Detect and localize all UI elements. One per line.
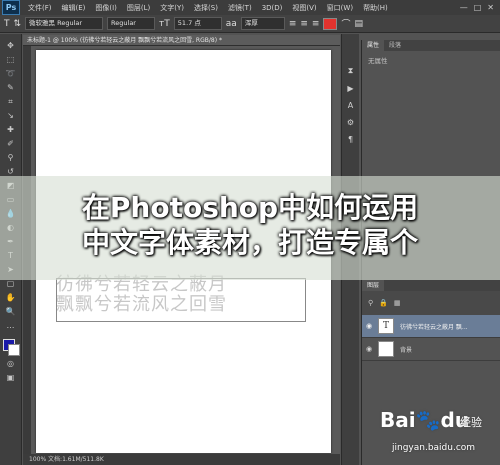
properties-tabs: 属性 段落	[362, 40, 500, 51]
opacity-icon[interactable]: ▦	[394, 299, 401, 307]
align-center-icon[interactable]: ≡	[300, 19, 308, 29]
photoshop-logo: Ps	[2, 0, 20, 15]
menu-3d[interactable]: 3D(D)	[257, 4, 288, 12]
menu-file[interactable]: 文件(F)	[23, 3, 57, 13]
tab-paragraph[interactable]: 段落	[384, 40, 406, 51]
menu-layer[interactable]: 图层(L)	[122, 3, 155, 13]
hand-tool-icon[interactable]: ✋	[4, 292, 18, 303]
jingyan-label: 经验	[460, 416, 482, 429]
status-bar: 100% 文档:1.61M/511.8K	[23, 454, 340, 465]
move-tool-icon[interactable]: ✥	[4, 40, 18, 51]
visibility-eye-icon[interactable]: ◉	[362, 345, 376, 353]
actions-icon[interactable]: ▶	[347, 84, 353, 93]
menu-bar: Ps 文件(F) 编辑(E) 图像(I) 图层(L) 文字(Y) 选择(S) 滤…	[0, 0, 500, 16]
banner-line1: 在Photoshop中如何运用	[81, 191, 419, 224]
paw-icon: 🐾	[415, 408, 441, 432]
document-tab[interactable]: 未标题-1 @ 100% (彷彿兮若轻云之蔽月 飘飘兮若流风之回雪, RGB/8…	[23, 35, 340, 46]
text-color-swatch[interactable]	[323, 17, 338, 30]
more-tools-icon[interactable]: …	[4, 320, 18, 331]
font-size-select[interactable]: 51.7 点	[173, 17, 222, 30]
close-icon[interactable]: ✕	[487, 3, 494, 12]
baidu-jingyan-watermark: Bai🐾du 经验 jingyan.baidu.com	[380, 408, 500, 465]
brush-tool-icon[interactable]: ✐	[4, 138, 18, 149]
zoom-tool-icon[interactable]: 🔍	[4, 306, 18, 317]
text-orientation-icon[interactable]: ⇅	[14, 19, 22, 29]
layer-row-background[interactable]: ◉ 背景	[362, 338, 500, 361]
banner-line2: 中文字体素材，打造专属个	[81, 226, 418, 259]
font-family-select[interactable]: 微软雅黑 Regular	[25, 17, 104, 30]
color-swatches[interactable]	[2, 338, 20, 356]
menu-edit[interactable]: 编辑(E)	[57, 3, 91, 13]
properties-body: 无属性	[368, 57, 388, 65]
quick-mask-icon[interactable]: ◎	[4, 358, 18, 369]
layer-name: 彷彿兮若轻云之蔽月 飘...	[400, 323, 468, 331]
visibility-eye-icon[interactable]: ◉	[362, 322, 376, 330]
layers-toolbar: ⚲ 🔒 ▦	[362, 291, 500, 315]
screen-mode-icon[interactable]: ▣	[4, 372, 18, 383]
font-size-icon: ᴛT	[159, 18, 170, 29]
menu-help[interactable]: 帮助(H)	[358, 3, 393, 13]
history-brush-tool-icon[interactable]: ↺	[4, 166, 18, 177]
marquee-tool-icon[interactable]: ⬚	[4, 54, 18, 65]
menu-type[interactable]: 文字(Y)	[155, 3, 189, 13]
options-bar: T ⇅ 微软雅黑 Regular Regular ᴛT 51.7 点 aa 浑厚…	[0, 15, 500, 33]
character-icon[interactable]: A	[348, 101, 353, 110]
layer-name: 背景	[400, 346, 413, 354]
filter-icon[interactable]: ⚲	[368, 299, 373, 307]
tab-layers[interactable]: 图层	[362, 280, 385, 291]
text-layer-thumb-icon: T	[378, 318, 394, 334]
antialias-select[interactable]: 浑厚	[240, 17, 285, 30]
menu-image[interactable]: 图像(I)	[90, 3, 122, 13]
quick-select-tool-icon[interactable]: ✎	[4, 82, 18, 93]
background-layer-thumb	[378, 341, 394, 357]
menu-filter[interactable]: 滤镜(T)	[223, 3, 257, 13]
healing-tool-icon[interactable]: ✚	[4, 124, 18, 135]
background-color[interactable]	[7, 344, 20, 356]
adjustments-icon[interactable]: ⚙	[347, 118, 354, 127]
character-panel-icon[interactable]: ▤	[354, 19, 363, 29]
text-bounding-box[interactable]	[56, 278, 306, 322]
align-right-icon[interactable]: ≡	[312, 19, 320, 29]
watermark-url: jingyan.baidu.com	[392, 443, 476, 453]
eyedropper-tool-icon[interactable]: ↘	[4, 110, 18, 121]
baidu-logo: Bai🐾du	[380, 408, 470, 432]
tab-properties[interactable]: 属性	[362, 40, 385, 51]
layers-tabs: 图层	[362, 280, 500, 291]
maximize-icon[interactable]: □	[474, 3, 482, 12]
menu-view[interactable]: 视图(V)	[287, 3, 321, 13]
font-style-select[interactable]: Regular	[107, 17, 156, 30]
layer-row-text[interactable]: ◉ T 彷彿兮若轻云之蔽月 飘...	[362, 315, 500, 338]
align-left-icon[interactable]: ≡	[289, 19, 297, 29]
menu-window[interactable]: 窗口(W)	[322, 3, 358, 13]
minimize-icon[interactable]: —	[460, 3, 468, 12]
warp-text-icon[interactable]: ⌒	[341, 17, 350, 30]
lock-icon[interactable]: 🔒	[379, 299, 388, 307]
window-controls: — □ ✕	[460, 3, 500, 12]
history-icon[interactable]: ⧗	[348, 66, 354, 76]
text-tool-icon[interactable]: T	[4, 19, 10, 29]
stamp-tool-icon[interactable]: ⚲	[4, 152, 18, 163]
banner-title: 在Photoshop中如何运用 中文字体素材，打造专属个	[10, 190, 490, 260]
menu-select[interactable]: 选择(S)	[189, 3, 223, 13]
antialias-icon: aa	[225, 18, 237, 29]
paragraph-icon[interactable]: ¶	[348, 135, 353, 144]
lasso-tool-icon[interactable]: ➰	[4, 68, 18, 79]
crop-tool-icon[interactable]: ⌗	[4, 96, 18, 107]
